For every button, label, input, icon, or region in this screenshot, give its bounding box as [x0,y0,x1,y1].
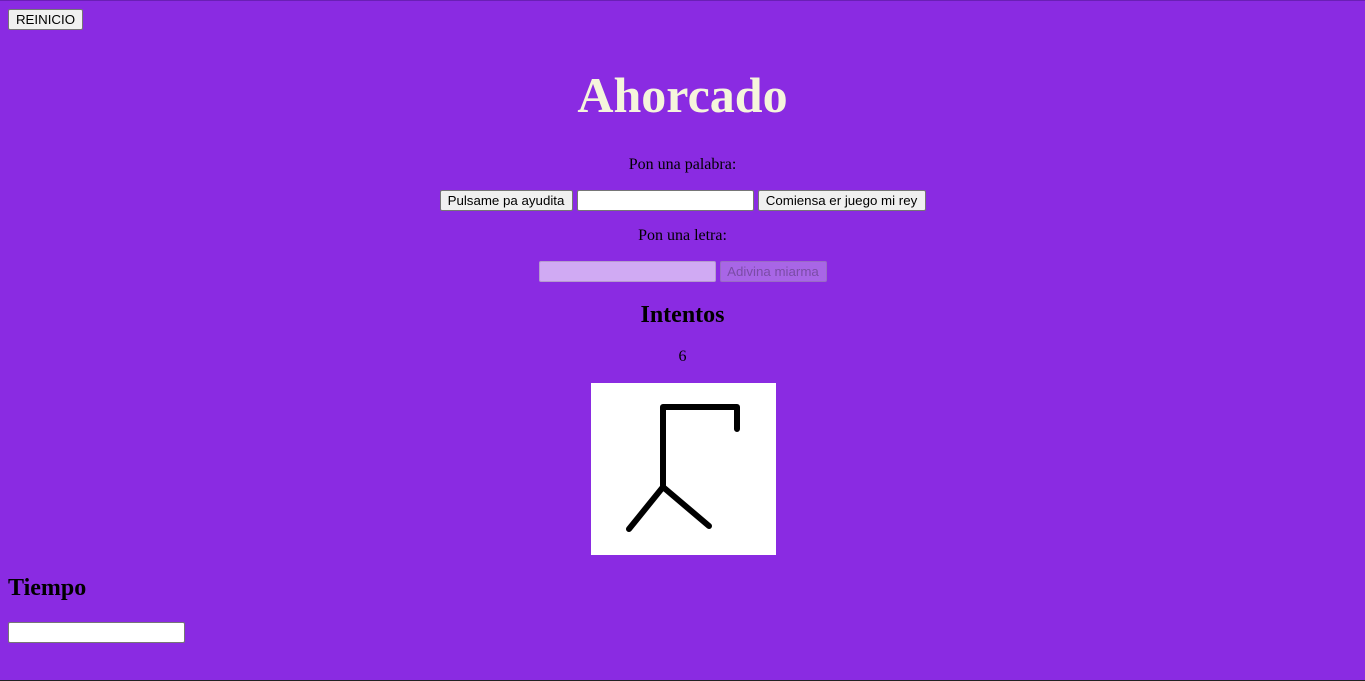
help-button[interactable]: Pulsame pa ayudita [439,190,573,211]
time-field[interactable] [8,622,185,643]
letter-input[interactable] [538,261,716,282]
attempts-heading: Intentos [640,302,725,328]
guess-button[interactable]: Adivina miarma [719,261,827,282]
page-title: Ahorcado [577,67,788,123]
start-game-button[interactable]: Comiensa er juego mi rey [757,190,926,211]
word-input[interactable] [576,190,754,211]
letter-prompt-label: Pon una letra: [638,227,727,244]
word-input-row: Pulsame pa ayudita Comiensa er juego mi … [0,190,1365,211]
attempts-count: 6 [678,348,687,365]
time-heading: Tiempo [8,575,87,601]
letter-input-row: Adivina miarma [0,261,1365,282]
word-prompt-label: Pon una palabra: [628,156,737,173]
gallows-icon [591,383,776,555]
reset-button[interactable]: REINICIO [8,9,83,30]
